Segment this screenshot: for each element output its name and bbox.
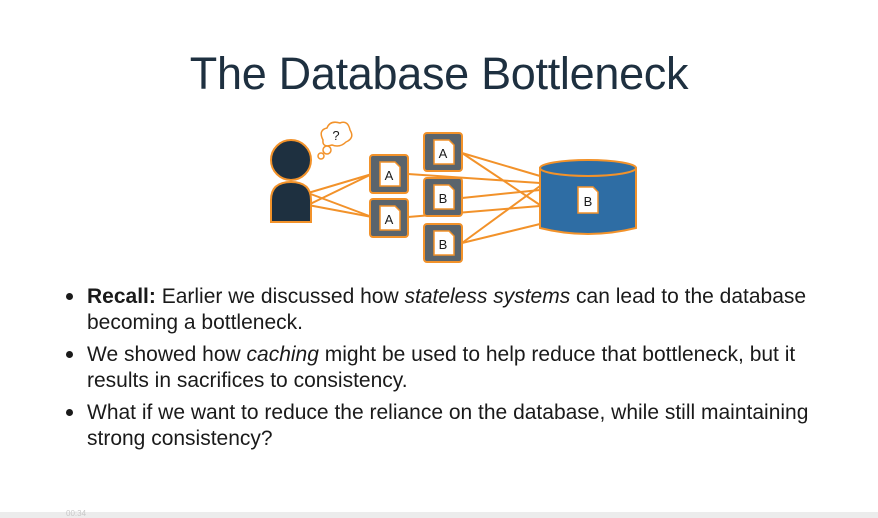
bullet-emphasis: caching (246, 343, 319, 366)
bullet-item: Recall: Earlier we discussed how statele… (60, 284, 840, 336)
bullet-list: Recall: Earlier we discussed how statele… (60, 284, 840, 458)
thought-bubble-icon: ? (317, 121, 353, 160)
player-progress-bar[interactable] (0, 512, 878, 518)
database-doc-label: B (584, 194, 593, 209)
bullet-dot-icon (66, 351, 73, 358)
thought-bubble-label: ? (332, 128, 339, 143)
player-timestamp: 00:34 (66, 509, 87, 518)
doc-label: A (385, 168, 394, 183)
server-right-2: B (423, 177, 463, 217)
bullet-dot-icon (66, 409, 73, 416)
bullet-item: We showed how caching might be used to h… (60, 342, 840, 394)
bullet-dot-icon (66, 293, 73, 300)
server-left-2: A (369, 198, 409, 238)
server-right-3: B (423, 223, 463, 263)
bullet-text: What if we want to reduce the reliance o… (87, 401, 809, 450)
slide: The Database Bottleneck ? A A A B B B Re… (0, 0, 878, 518)
bullet-item: What if we want to reduce the reliance o… (60, 400, 840, 452)
doc-label: A (385, 212, 394, 227)
server-right-1: A (423, 132, 463, 172)
database-bottleneck-diagram: ? A A A B B B (270, 121, 637, 263)
doc-label: A (439, 146, 448, 161)
bullet-text: Earlier we discussed how (155, 285, 405, 308)
doc-label: B (439, 237, 448, 252)
user-icon (270, 139, 312, 223)
database-icon: B (539, 159, 637, 235)
bullet-text: We showed how (87, 343, 247, 366)
server-left-1: A (369, 154, 409, 194)
bullet-emphasis: stateless systems (404, 285, 571, 308)
bullet-lead: Recall: (87, 285, 156, 308)
doc-label: B (439, 191, 448, 206)
